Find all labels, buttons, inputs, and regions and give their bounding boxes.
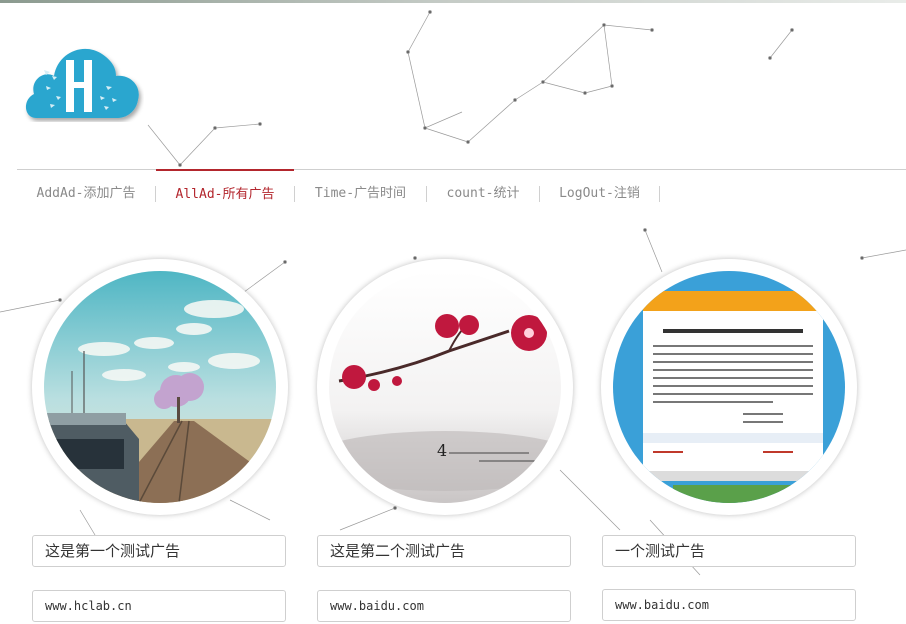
ad-image-1[interactable] xyxy=(32,259,288,515)
nav-item-allad[interactable]: AllAd-所有广告 xyxy=(156,169,294,217)
ad-url-field-3[interactable]: www.baidu.com xyxy=(602,589,856,621)
document-notice-image xyxy=(613,271,845,503)
ad-url-field-1[interactable]: www.hclab.cn xyxy=(32,590,286,622)
ad-image-2[interactable]: 4 xyxy=(317,259,573,515)
anime-landscape-image xyxy=(44,271,276,503)
ad-title-field-3[interactable]: 一个测试广告 xyxy=(602,535,856,567)
nav-item-time[interactable]: Time-广告时间 xyxy=(295,170,426,216)
main-nav: AddAd-添加广告 AllAd-所有广告 Time-广告时间 count-统计… xyxy=(17,169,906,218)
ad-title-field-2[interactable]: 这是第二个测试广告 xyxy=(317,535,571,567)
ad-image-3[interactable] xyxy=(601,259,857,515)
image-date-number: 4 xyxy=(437,441,447,460)
nav-item-logout[interactable]: LogOut-注销 xyxy=(540,170,659,216)
cloud-h-logo[interactable] xyxy=(22,40,144,122)
nav-divider xyxy=(659,186,660,202)
plum-blossom-image: 4 xyxy=(329,271,561,503)
nav-item-count[interactable]: count-统计 xyxy=(427,170,539,216)
cloud-logo-icon xyxy=(25,48,139,118)
ad-title-field-1[interactable]: 这是第一个测试广告 xyxy=(32,535,286,567)
nav-item-addad[interactable]: AddAd-添加广告 xyxy=(17,170,155,216)
ad-url-field-2[interactable]: www.baidu.com xyxy=(317,590,571,622)
